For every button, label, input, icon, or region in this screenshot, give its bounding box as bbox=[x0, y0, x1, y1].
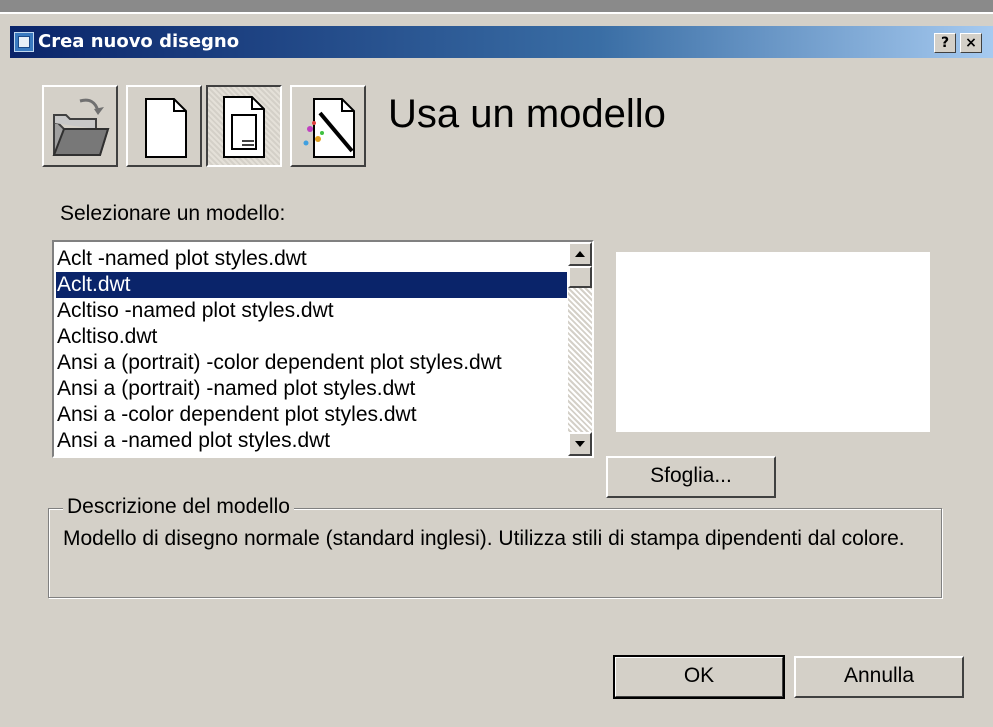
description-text: Modello di disegno normale (standard ing… bbox=[63, 527, 905, 550]
start-from-scratch-button[interactable] bbox=[126, 85, 202, 167]
template-list[interactable]: Aclt -named plot styles.dwt Aclt.dwt Acl… bbox=[52, 240, 594, 458]
use-template-button[interactable] bbox=[206, 85, 282, 167]
template-icon bbox=[223, 96, 265, 158]
use-wizard-button[interactable] bbox=[290, 85, 366, 167]
browse-button[interactable]: Sfoglia... bbox=[606, 456, 776, 498]
close-button[interactable]: × bbox=[960, 33, 982, 53]
window-title: Crea nuovo disegno bbox=[38, 31, 240, 52]
arrow-down-icon bbox=[575, 441, 585, 447]
list-item[interactable]: Ansi a -named plot styles.dwt bbox=[56, 428, 567, 454]
scroll-down-button[interactable] bbox=[568, 432, 592, 456]
ok-button[interactable]: OK bbox=[613, 655, 785, 699]
scroll-up-button[interactable] bbox=[568, 242, 592, 266]
mode-title: Usa un modello bbox=[388, 92, 666, 136]
select-template-label: Selezionare un modello: bbox=[60, 202, 286, 225]
app-icon bbox=[14, 32, 34, 52]
vertical-scrollbar[interactable] bbox=[568, 242, 592, 456]
title-bar[interactable]: Crea nuovo disegno ? × bbox=[10, 26, 993, 58]
cancel-button[interactable]: Annulla bbox=[794, 656, 964, 698]
list-item[interactable]: Aclt -named plot styles.dwt bbox=[56, 246, 567, 272]
folder-open-icon bbox=[52, 98, 110, 156]
list-item[interactable]: Acltiso.dwt bbox=[56, 324, 567, 350]
list-item[interactable]: Acltiso -named plot styles.dwt bbox=[56, 298, 567, 324]
template-description-group: Descrizione del modello Modello di diseg… bbox=[48, 495, 942, 598]
help-button[interactable]: ? bbox=[934, 33, 956, 53]
scroll-thumb[interactable] bbox=[568, 266, 592, 288]
create-drawing-dialog: Crea nuovo disegno ? × Usa un modello Se… bbox=[0, 0, 993, 727]
blank-page-icon bbox=[145, 98, 187, 158]
description-legend: Descrizione del modello bbox=[63, 495, 294, 519]
list-item[interactable]: Ansi a (portrait) -named plot styles.dwt bbox=[56, 376, 567, 402]
list-item[interactable]: Ansi a (portrait) -color dependent plot … bbox=[56, 350, 567, 376]
template-preview bbox=[616, 252, 930, 432]
arrow-up-icon bbox=[575, 251, 585, 257]
wizard-icon bbox=[303, 98, 355, 158]
background-strip bbox=[0, 0, 993, 14]
list-item[interactable]: Ansi a -color dependent plot styles.dwt bbox=[56, 402, 567, 428]
list-item-selected[interactable]: Aclt.dwt bbox=[56, 272, 567, 298]
open-drawing-button[interactable] bbox=[42, 85, 118, 167]
